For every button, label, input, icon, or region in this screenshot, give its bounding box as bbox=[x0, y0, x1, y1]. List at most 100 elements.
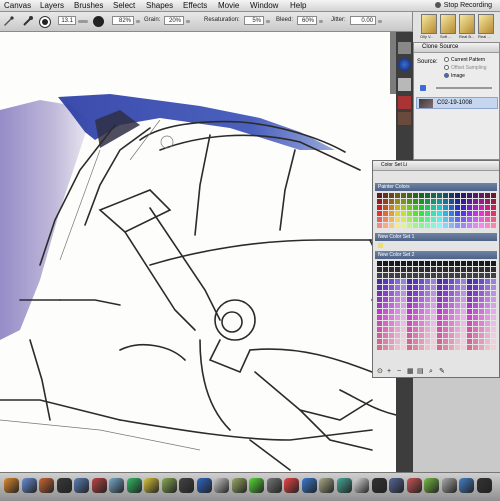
color-swatch[interactable] bbox=[413, 339, 418, 344]
color-swatch[interactable] bbox=[479, 261, 484, 266]
color-swatch[interactable] bbox=[383, 309, 388, 314]
color-swatch[interactable] bbox=[377, 297, 382, 302]
color-swatch[interactable] bbox=[377, 309, 382, 314]
color-swatch[interactable] bbox=[437, 339, 442, 344]
color-swatch[interactable] bbox=[431, 199, 436, 204]
color-swatch[interactable] bbox=[419, 267, 424, 272]
color-swatch[interactable] bbox=[485, 345, 490, 350]
color-swatch[interactable] bbox=[479, 345, 484, 350]
color-swatch[interactable] bbox=[395, 273, 400, 278]
color-swatch[interactable] bbox=[389, 267, 394, 272]
color-swatch[interactable] bbox=[377, 217, 382, 222]
color-swatch[interactable] bbox=[461, 199, 466, 204]
menu-help[interactable]: Help bbox=[290, 0, 306, 11]
color-swatch[interactable] bbox=[485, 303, 490, 308]
dock-app-icon[interactable] bbox=[91, 478, 107, 493]
color-swatch[interactable] bbox=[377, 333, 382, 338]
color-swatch[interactable] bbox=[461, 205, 466, 210]
color-swatch[interactable] bbox=[485, 297, 490, 302]
color-swatch[interactable] bbox=[419, 297, 424, 302]
color-swatch[interactable] bbox=[401, 261, 406, 266]
color-swatch[interactable] bbox=[443, 297, 448, 302]
color-swatch[interactable] bbox=[491, 267, 496, 272]
color-swatch[interactable] bbox=[389, 297, 394, 302]
color-swatch[interactable] bbox=[491, 321, 496, 326]
color-swatch[interactable] bbox=[401, 315, 406, 320]
swatch-size-icon[interactable]: ▦ bbox=[407, 367, 414, 376]
color-swatch[interactable] bbox=[378, 243, 383, 248]
brush-variant-tile[interactable] bbox=[478, 14, 494, 34]
color-swatch[interactable] bbox=[383, 199, 388, 204]
color-swatch[interactable] bbox=[455, 327, 460, 332]
color-swatch[interactable] bbox=[407, 199, 412, 204]
color-swatch[interactable] bbox=[377, 345, 382, 350]
color-swatch[interactable] bbox=[425, 339, 430, 344]
color-swatch[interactable] bbox=[485, 315, 490, 320]
color-swatch[interactable] bbox=[479, 193, 484, 198]
color-swatch[interactable] bbox=[413, 315, 418, 320]
color-swatch[interactable] bbox=[485, 261, 490, 266]
color-swatch[interactable] bbox=[449, 261, 454, 266]
color-swatch[interactable] bbox=[407, 205, 412, 210]
color-swatch[interactable] bbox=[401, 291, 406, 296]
color-swatch[interactable] bbox=[455, 205, 460, 210]
color-swatch[interactable] bbox=[425, 261, 430, 266]
color-swatch[interactable] bbox=[401, 303, 406, 308]
color-swatch[interactable] bbox=[467, 327, 472, 332]
color-swatch[interactable] bbox=[473, 297, 478, 302]
color-swatch[interactable] bbox=[473, 345, 478, 350]
source-option-image[interactable]: Image bbox=[444, 73, 465, 79]
dock-app-icon[interactable] bbox=[354, 478, 369, 493]
color-swatch[interactable] bbox=[473, 261, 478, 266]
menu-window[interactable]: Window bbox=[250, 0, 278, 11]
color-swatch[interactable] bbox=[377, 205, 382, 210]
color-swatch[interactable] bbox=[407, 315, 412, 320]
color-swatch[interactable] bbox=[485, 309, 490, 314]
color-swatch[interactable] bbox=[443, 273, 448, 278]
color-swatch[interactable] bbox=[455, 193, 460, 198]
color-swatch[interactable] bbox=[461, 297, 466, 302]
brush-variant-tile[interactable] bbox=[459, 14, 475, 34]
color-swatch[interactable] bbox=[467, 211, 472, 216]
color-swatch[interactable] bbox=[377, 285, 382, 290]
color-swatch[interactable] bbox=[473, 205, 478, 210]
color-swatch[interactable] bbox=[419, 333, 424, 338]
edit-color-icon[interactable]: ✎ bbox=[439, 367, 445, 376]
color-swatch[interactable] bbox=[389, 193, 394, 198]
color-swatch[interactable] bbox=[479, 199, 484, 204]
color-swatch[interactable] bbox=[407, 321, 412, 326]
dock-app-icon[interactable] bbox=[74, 478, 89, 493]
color-swatch[interactable] bbox=[491, 217, 496, 222]
color-swatch[interactable] bbox=[443, 291, 448, 296]
color-swatch[interactable] bbox=[395, 285, 400, 290]
color-swatch[interactable] bbox=[479, 211, 484, 216]
color-swatch[interactable] bbox=[467, 315, 472, 320]
resaturation-slider[interactable] bbox=[266, 20, 270, 23]
color-swatch[interactable] bbox=[449, 285, 454, 290]
color-swatch[interactable] bbox=[479, 297, 484, 302]
color-swatch[interactable] bbox=[479, 315, 484, 320]
color-swatch[interactable] bbox=[407, 261, 412, 266]
dock-app-icon[interactable] bbox=[126, 478, 142, 493]
color-swatch[interactable] bbox=[431, 205, 436, 210]
color-swatch[interactable] bbox=[491, 273, 496, 278]
color-swatch[interactable] bbox=[449, 315, 454, 320]
color-swatch[interactable] bbox=[461, 217, 466, 222]
color-swatch[interactable] bbox=[401, 199, 406, 204]
color-swatch[interactable] bbox=[425, 327, 430, 332]
color-swatch[interactable] bbox=[383, 211, 388, 216]
color-swatch[interactable] bbox=[401, 217, 406, 222]
color-swatch[interactable] bbox=[491, 309, 496, 314]
color-swatch[interactable] bbox=[425, 345, 430, 350]
color-swatch[interactable] bbox=[419, 327, 424, 332]
color-swatch[interactable] bbox=[443, 345, 448, 350]
color-swatch[interactable] bbox=[413, 205, 418, 210]
color-swatch[interactable] bbox=[401, 345, 406, 350]
color-swatch[interactable] bbox=[479, 217, 484, 222]
color-swatch[interactable] bbox=[479, 321, 484, 326]
color-swatch[interactable] bbox=[443, 223, 448, 228]
color-swatch[interactable] bbox=[467, 285, 472, 290]
color-swatch[interactable] bbox=[395, 205, 400, 210]
color-swatch[interactable] bbox=[413, 217, 418, 222]
color-swatch[interactable] bbox=[473, 267, 478, 272]
